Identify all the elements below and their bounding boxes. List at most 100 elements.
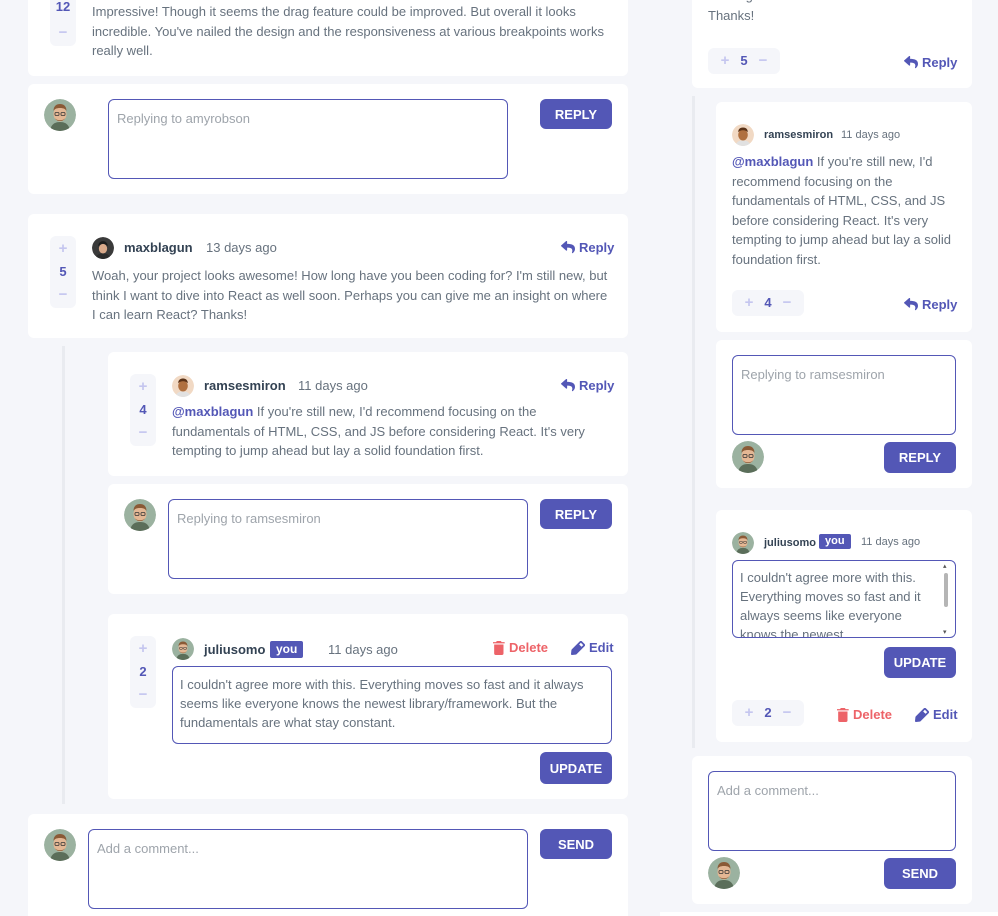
avatar-juliusomo	[172, 638, 194, 660]
edit-button[interactable]: Edit	[915, 707, 958, 722]
mention[interactable]: @maxblagun	[732, 154, 813, 169]
update-button[interactable]: UPDATE	[884, 647, 956, 678]
username: ramsesmiron	[204, 378, 286, 393]
you-badge: you	[819, 534, 851, 549]
reply-button[interactable]: Reply	[904, 297, 957, 312]
update-button[interactable]: UPDATE	[540, 752, 612, 784]
reply-textarea[interactable]: Replying to amyrobson	[108, 99, 508, 179]
downvote-button[interactable]: −	[54, 24, 72, 42]
reply-thread-line	[692, 96, 695, 748]
vote-count: 12	[55, 0, 71, 14]
reply-button[interactable]: Reply	[904, 55, 957, 70]
edit-button[interactable]: Edit	[571, 640, 614, 655]
reply-icon	[561, 379, 575, 392]
vote-control: + 4 −	[130, 374, 156, 446]
reply-form-amyrobson: Replying to amyrobson REPLY	[28, 84, 628, 194]
reply-textarea[interactable]: Replying to ramsesmiron	[168, 499, 528, 579]
comment-card-maxblagun: + 5 − maxblagun 13 days ago Reply Woah, …	[28, 214, 628, 338]
add-comment-form-mobile: Add a comment... SEND	[692, 756, 972, 904]
username: ramsesmiron	[764, 129, 834, 141]
username: maxblagun	[124, 240, 193, 255]
vote-control: + 5 −	[50, 236, 76, 308]
reply-icon	[904, 56, 918, 69]
edit-textarea[interactable]: I couldn't agree more with this. Everyth…	[172, 666, 612, 744]
avatar-ramsesmiron	[172, 375, 194, 397]
downvote-button[interactable]: −	[778, 294, 796, 312]
current-user-avatar	[708, 857, 740, 889]
vote-count: 4	[139, 402, 147, 417]
reply-button[interactable]: Reply	[561, 378, 614, 393]
mention[interactable]: @maxblagun	[172, 404, 253, 419]
downvote-button[interactable]: −	[54, 286, 72, 304]
reply-form-ramsesmiron: Replying to ramsesmiron REPLY	[108, 484, 628, 594]
reply-form-ramsesmiron-mobile: Replying to ramsesmiron REPLY	[716, 340, 972, 488]
current-user-avatar	[44, 829, 76, 861]
comment-date: 13 days ago	[206, 240, 277, 255]
upvote-button[interactable]: +	[740, 294, 758, 312]
upvote-button[interactable]: +	[134, 378, 152, 396]
vote-count: 5	[740, 53, 748, 68]
vote-control: + 12 −	[50, 0, 76, 46]
avatar-juliusomo	[732, 532, 754, 554]
reply-card-ramsesmiron: + 4 − ramsesmiron 11 days ago Reply @max…	[108, 352, 628, 476]
username: juliusomo	[764, 537, 816, 549]
vote-count: 2	[139, 664, 147, 679]
vote-count: 2	[764, 705, 772, 720]
reply-icon	[561, 241, 575, 254]
username: juliusomo	[204, 642, 266, 657]
reply-submit-button[interactable]: REPLY	[540, 99, 612, 129]
comment-text: Impressive! Though it seems the drag fea…	[92, 4, 604, 58]
upvote-button[interactable]: +	[54, 240, 72, 258]
comment-text: @maxblagun If you're still new, I'd reco…	[172, 404, 585, 458]
vote-count: 5	[59, 264, 67, 279]
downvote-button[interactable]: −	[134, 424, 152, 442]
downvote-button[interactable]: −	[134, 686, 152, 704]
comment-text: an insight on where I can learn React?Th…	[708, 0, 930, 23]
comment-date: 11 days ago	[861, 536, 921, 548]
send-button[interactable]: SEND	[540, 829, 612, 859]
comment-text: @maxblagun If you're still new, I'd reco…	[732, 154, 951, 267]
comment-textarea[interactable]: Add a comment...	[708, 771, 956, 851]
upvote-button[interactable]: +	[134, 640, 152, 658]
reply-card-ramsesmiron-mobile: ramsesmiron 11 days ago @maxblagun If yo…	[716, 102, 972, 332]
comment-date: 11 days ago	[298, 378, 368, 393]
page-bottom-strip	[660, 912, 998, 916]
edit-textarea[interactable]: I couldn't agree more with this. Everyth…	[732, 560, 956, 638]
comment-textarea[interactable]: Add a comment...	[88, 829, 528, 909]
reply-submit-button[interactable]: REPLY	[540, 499, 612, 529]
comment-text: Woah, your project looks awesome! How lo…	[92, 268, 608, 322]
textarea-scrollbar[interactable]: ▴ ▾	[943, 563, 949, 636]
pencil-icon	[571, 641, 585, 655]
downvote-button[interactable]: −	[754, 52, 772, 70]
add-comment-form: Add a comment... SEND	[28, 814, 628, 916]
comment-card-amyrobson: + 12 − Impressive! Though it seems the d…	[28, 0, 628, 76]
upvote-button[interactable]: +	[716, 52, 734, 70]
vote-control: + 2 −	[732, 700, 804, 726]
comment-card-maxblagun-mobile: an insight on where I can learn React?Th…	[692, 0, 972, 88]
reply-thread-line	[62, 346, 65, 804]
reply-card-juliusomo: + 2 − juliusomo you 11 days ago Delete E…	[108, 614, 628, 799]
delete-button[interactable]: Delete	[837, 707, 892, 722]
current-user-avatar	[124, 499, 156, 531]
send-button[interactable]: SEND	[884, 858, 956, 889]
reply-card-juliusomo-mobile: juliusomo you 11 days ago I couldn't agr…	[716, 510, 972, 742]
vote-control: + 2 −	[130, 636, 156, 708]
avatar-maxblagun	[92, 237, 114, 259]
vote-control: + 4 −	[732, 290, 804, 316]
avatar-ramsesmiron	[732, 124, 754, 146]
current-user-avatar	[44, 99, 76, 131]
reply-textarea[interactable]: Replying to ramsesmiron	[732, 355, 956, 435]
trash-icon	[837, 708, 849, 722]
reply-submit-button[interactable]: REPLY	[884, 442, 956, 473]
downvote-button[interactable]: −	[778, 704, 796, 722]
trash-icon	[493, 641, 505, 655]
vote-count: 4	[764, 295, 772, 310]
comment-date: 11 days ago	[328, 642, 398, 657]
comment-date: 11 days ago	[841, 129, 901, 141]
reply-button[interactable]: Reply	[561, 240, 614, 255]
you-badge: you	[270, 641, 304, 658]
vote-control: + 5 −	[708, 48, 780, 74]
pencil-icon	[915, 708, 929, 722]
upvote-button[interactable]: +	[740, 704, 758, 722]
delete-button[interactable]: Delete	[493, 640, 548, 655]
